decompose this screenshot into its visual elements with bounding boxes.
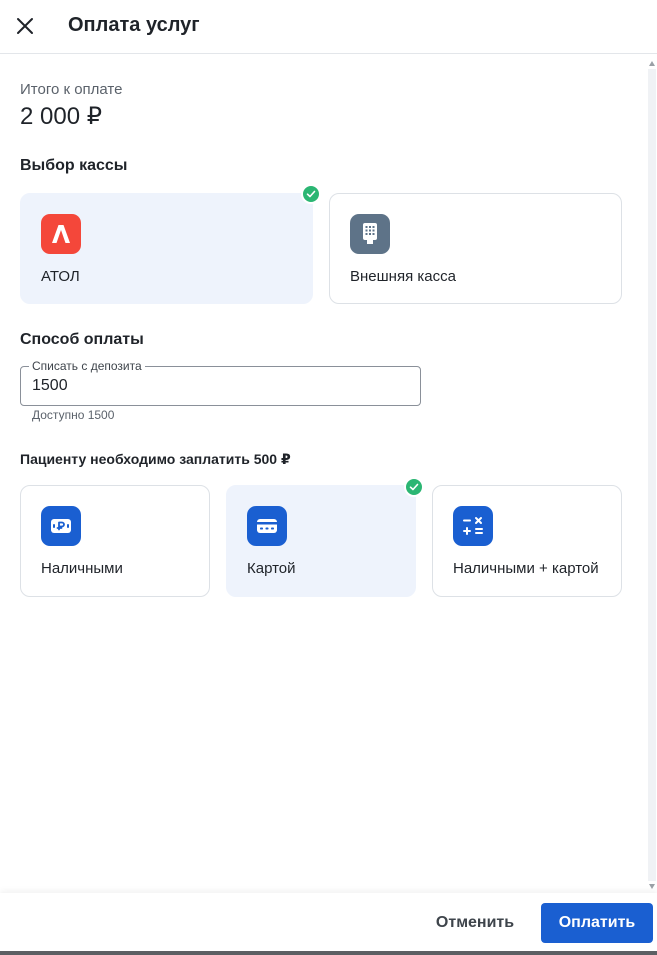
cash-register-label: Внешняя касса: [350, 268, 456, 285]
selected-check-icon: [404, 477, 424, 497]
total-label: Итого к оплате: [20, 81, 123, 98]
atol-logo-icon: [41, 214, 81, 254]
total-amount: 2 000 ₽: [20, 103, 102, 130]
deposit-input[interactable]: [32, 375, 402, 397]
cancel-button[interactable]: Отменить: [420, 903, 530, 943]
payment-method-label: Наличными: [41, 560, 123, 577]
close-icon: [17, 18, 33, 34]
payment-method-card[interactable]: Картой: [226, 485, 416, 597]
footer: Отменить Оплатить: [0, 893, 657, 951]
selected-check-icon: [301, 184, 321, 204]
scroll-track[interactable]: [648, 69, 656, 881]
scroll-up-arrow-icon[interactable]: [649, 61, 655, 66]
cash-register-icon: [350, 214, 390, 254]
deposit-field-label: Списать с депозита: [29, 359, 145, 373]
cash-register-section-title: Выбор кассы: [20, 157, 128, 174]
page-title: Оплата услуг: [68, 14, 200, 36]
close-button[interactable]: [12, 13, 38, 39]
cash-register-external[interactable]: Внешняя касса: [329, 193, 622, 304]
patient-amount-note: Пациенту необходимо заплатить 500 ₽: [20, 451, 291, 467]
payment-method-cash[interactable]: Наличными: [20, 485, 210, 597]
scrollbar[interactable]: [648, 55, 657, 893]
payment-section-title: Способ оплаты: [20, 331, 144, 348]
cash-register-atol[interactable]: АТОЛ: [20, 193, 313, 304]
card-icon: [247, 506, 287, 546]
cash-register-label: АТОЛ: [41, 268, 80, 285]
payment-method-label: Картой: [247, 560, 296, 577]
calculator-icon: [453, 506, 493, 546]
deposit-available-text: Доступно 1500: [32, 408, 115, 422]
header: Оплата услуг: [0, 0, 657, 54]
cash-icon: [41, 506, 81, 546]
deposit-field[interactable]: Списать с депозита: [20, 359, 421, 406]
payment-method-cash-card[interactable]: Наличными + картой: [432, 485, 622, 597]
scroll-down-arrow-icon[interactable]: [649, 884, 655, 889]
window-bottom-edge: [0, 951, 657, 955]
pay-button[interactable]: Оплатить: [541, 903, 653, 943]
payment-method-label: Наличными + картой: [453, 560, 599, 577]
